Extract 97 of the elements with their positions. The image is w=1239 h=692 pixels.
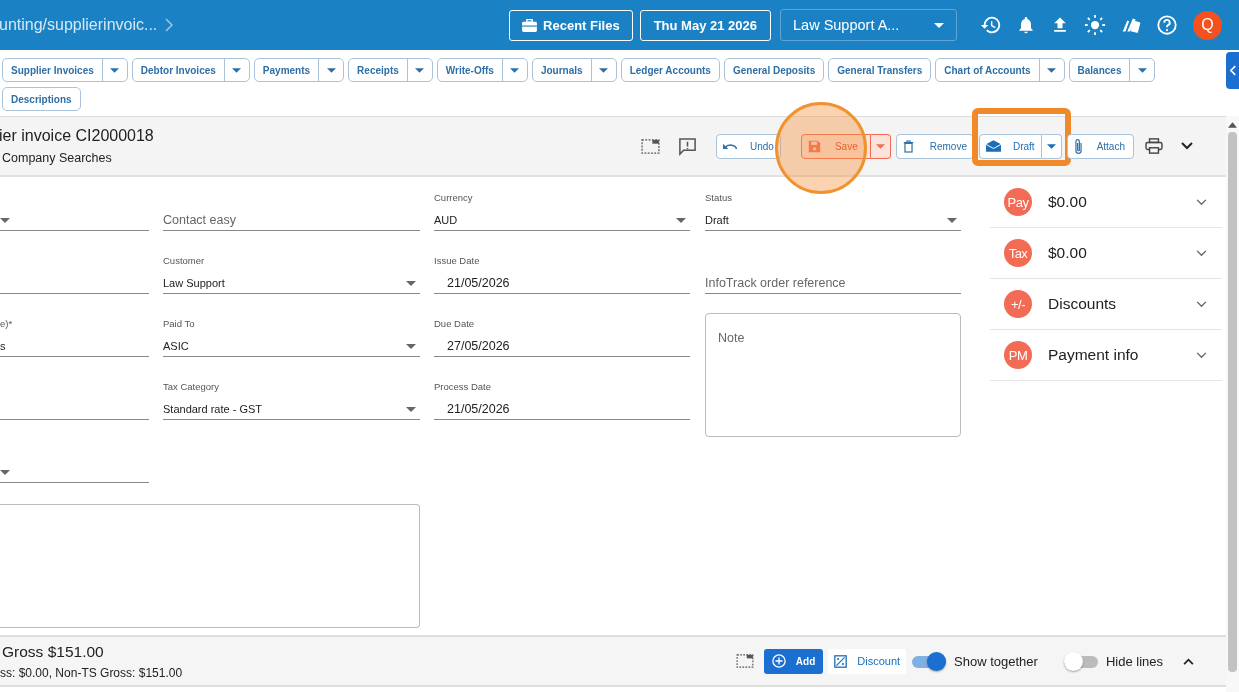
select-field[interactable]: Tax Category Standard rate - GST xyxy=(163,376,420,420)
badge: PM xyxy=(1004,341,1032,369)
date-field[interactable]: Process Date 21/05/2026 xyxy=(434,376,690,420)
chevron-up-icon[interactable] xyxy=(1183,657,1194,665)
input-field[interactable]: InfoTrack order reference xyxy=(705,250,961,294)
nav-tab[interactable]: Journals xyxy=(531,58,617,82)
toggle-label: Show together xyxy=(954,653,1038,669)
remove-button[interactable]: Remove xyxy=(895,133,974,159)
percent-icon xyxy=(834,654,848,668)
paperclip-icon xyxy=(1073,137,1083,155)
discount-button[interactable]: Discount xyxy=(828,648,907,674)
briefcase-icon xyxy=(522,18,538,32)
help-icon[interactable] xyxy=(1156,14,1178,36)
caret-icon xyxy=(599,67,609,73)
caret-icon xyxy=(232,67,242,73)
summary-row[interactable]: Tax $0.00 xyxy=(990,228,1222,279)
arrow-up-icon xyxy=(1228,122,1237,128)
caret-icon xyxy=(326,67,336,73)
nav-tab[interactable]: Supplier Invoices xyxy=(2,58,128,82)
breadcrumb-link[interactable]: unting/supplierinvoic... xyxy=(0,16,158,34)
history-icon[interactable] xyxy=(980,14,1002,36)
trash-icon xyxy=(902,139,914,153)
dropdown-toggle[interactable] xyxy=(1041,133,1062,159)
user-avatar[interactable]: Q xyxy=(1193,10,1222,40)
nav-tab[interactable]: Balances xyxy=(1068,58,1156,82)
nav-tab[interactable]: General Deposits xyxy=(723,58,825,82)
toggle-switch[interactable] xyxy=(1063,651,1098,671)
caret-icon xyxy=(1046,143,1056,149)
company-select[interactable]: Law Support A... xyxy=(780,9,957,41)
toggle-switch[interactable] xyxy=(912,651,947,671)
nav-tab[interactable]: Debtor Invoices xyxy=(131,58,250,82)
summary-text: Payment info xyxy=(1048,346,1140,364)
summary-row[interactable]: +/- Discounts xyxy=(990,279,1222,330)
select-field[interactable]: Customer Law Support xyxy=(163,250,420,294)
dotted-frame-icon[interactable] xyxy=(735,654,754,668)
sun-icon[interactable] xyxy=(1084,14,1106,36)
side-panel-tab[interactable] xyxy=(1226,52,1239,89)
caret-icon xyxy=(0,469,10,475)
comment-alert-icon[interactable] xyxy=(678,136,697,156)
caret-icon xyxy=(1138,67,1147,73)
plus-circle-icon xyxy=(771,654,786,668)
badge: Tax xyxy=(1004,239,1032,267)
caret-icon xyxy=(110,67,120,73)
scrollbar[interactable] xyxy=(1226,116,1239,692)
nav-tab[interactable]: General Transfers xyxy=(828,58,932,82)
caret-icon xyxy=(947,217,957,223)
chevron-down-icon[interactable] xyxy=(1181,142,1193,150)
nav-tab[interactable]: Chart of Accounts xyxy=(935,58,1065,82)
invoice-title: ier invoice CI2000018 xyxy=(0,127,154,145)
invoice-subtitle: Company Searches xyxy=(2,151,113,165)
undo-icon xyxy=(723,141,738,151)
caret-icon xyxy=(0,217,10,223)
caret-icon xyxy=(510,67,520,73)
nav-tab[interactable]: Receipts xyxy=(348,58,433,82)
nav-tab[interactable]: Payments xyxy=(253,58,345,82)
caret-icon xyxy=(406,406,416,412)
caret-icon xyxy=(676,217,686,223)
input-field[interactable]: e)* s xyxy=(0,313,149,357)
note-field[interactable]: Note xyxy=(705,313,961,437)
badge: +/- xyxy=(1004,290,1032,318)
dropdown-toggle[interactable] xyxy=(870,133,891,159)
caret-icon xyxy=(1047,67,1057,73)
nav-tab[interactable]: Descriptions xyxy=(2,87,81,111)
add-button[interactable]: Add xyxy=(763,648,824,674)
undo-button[interactable]: Undo xyxy=(716,133,781,159)
caret-icon xyxy=(415,67,425,73)
summary-text: $0.00 xyxy=(1048,193,1088,211)
badge: Pay xyxy=(1004,188,1032,216)
date-field[interactable]: Due Date 27/05/2026 xyxy=(434,313,690,357)
input-field[interactable]: Contact easy xyxy=(163,187,420,231)
select-field[interactable]: Currency AUD xyxy=(434,187,690,231)
caret-icon xyxy=(406,343,416,349)
chevron-right-icon xyxy=(165,18,174,32)
dotted-frame-icon[interactable] xyxy=(641,138,660,154)
caret-icon xyxy=(934,22,944,28)
toggle-label: Hide lines xyxy=(1105,653,1163,669)
select-field[interactable]: Status Draft xyxy=(705,187,961,231)
caret-icon xyxy=(406,280,416,286)
chevron-left-icon xyxy=(1230,65,1237,76)
date-field[interactable]: Issue Date 21/05/2026 xyxy=(434,250,690,294)
nav-tab[interactable]: Ledger Accounts xyxy=(620,58,720,82)
gross-total: Gross $151.00 xyxy=(2,642,105,661)
caret-icon xyxy=(875,143,885,149)
draft-button[interactable]: Draft xyxy=(978,133,1042,159)
summary-row[interactable]: Pay $0.00 xyxy=(990,177,1222,228)
select-field[interactable]: Paid To ASIC xyxy=(163,313,420,357)
totals-detail: ss: $0.00, Non-TS Gross: $151.00 xyxy=(0,665,183,680)
summary-text: Discounts xyxy=(1048,295,1118,313)
recent-files-button[interactable]: Recent Files xyxy=(509,9,633,41)
summary-row[interactable]: PM Payment info xyxy=(990,330,1222,381)
print-icon[interactable] xyxy=(1145,138,1163,154)
bell-icon[interactable] xyxy=(1016,15,1036,35)
date-button[interactable]: Thu May 21 2026 xyxy=(639,9,771,41)
summary-text: $0.00 xyxy=(1048,244,1088,262)
nav-tab[interactable]: Write-Offs xyxy=(436,58,528,82)
envelope-icon xyxy=(985,140,1001,152)
attach-button[interactable]: Attach xyxy=(1066,133,1134,159)
